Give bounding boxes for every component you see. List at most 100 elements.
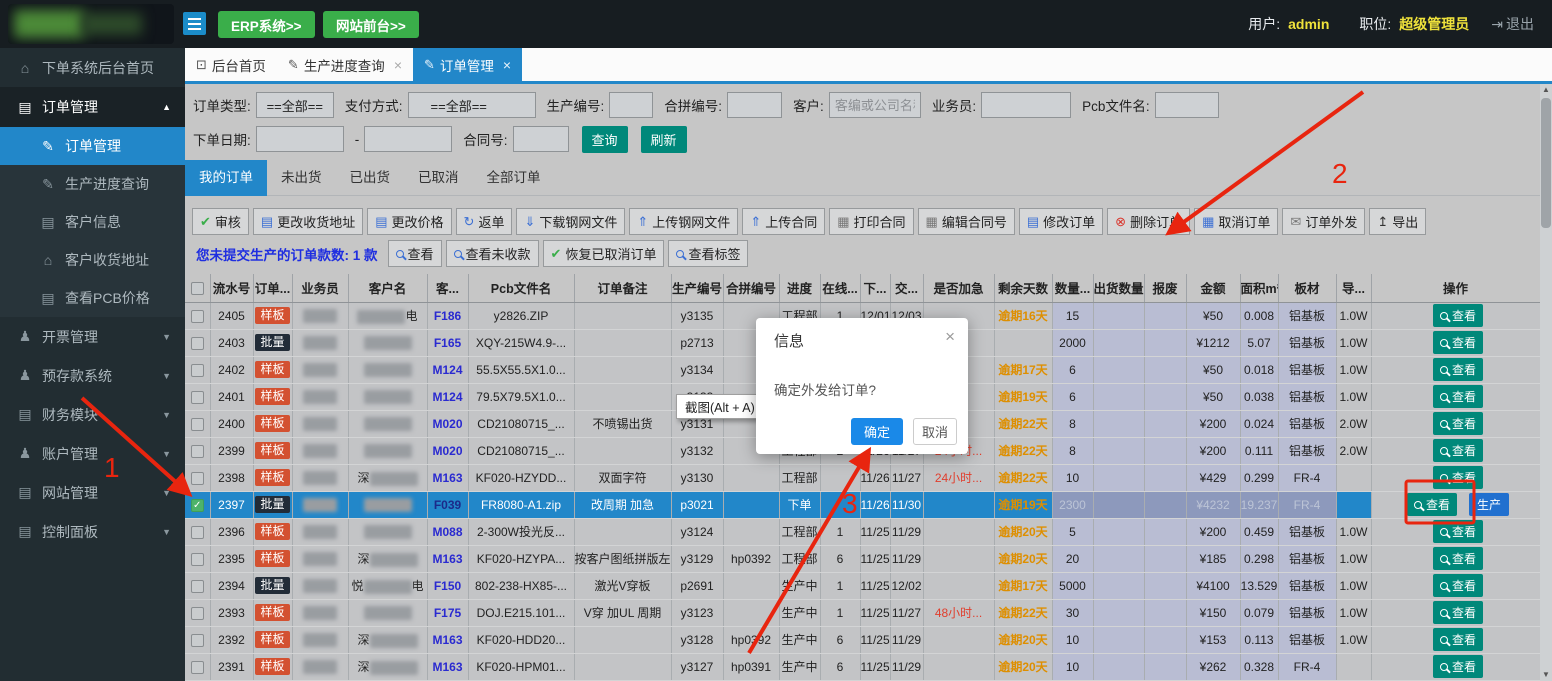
tab-backend-home[interactable]: ⊡后台首页	[185, 48, 277, 81]
view-button[interactable]: 查看	[1433, 439, 1483, 462]
col-header-material[interactable]: 板材	[1278, 274, 1336, 302]
row-checkbox[interactable]: ✓	[191, 499, 204, 512]
order-date-to-input[interactable]	[364, 126, 452, 152]
col-header-code[interactable]: 客...	[427, 274, 468, 302]
row-checkbox[interactable]	[191, 553, 204, 566]
toolbar-button-view-labels[interactable]: 查看标签	[668, 240, 748, 267]
col-header-thermal[interactable]: 导...	[1336, 274, 1371, 302]
col-header-check[interactable]	[185, 274, 210, 302]
row-checkbox[interactable]	[191, 634, 204, 647]
row-checkbox[interactable]	[191, 445, 204, 458]
view-button[interactable]: 查看	[1433, 331, 1483, 354]
col-header-merge[interactable]: 合拼编号	[723, 274, 779, 302]
toolbar-button-delete-order[interactable]: ⊗删除订单	[1107, 208, 1190, 235]
col-header-sn[interactable]: 流水号	[210, 274, 253, 302]
col-header-prod[interactable]: 生产编号	[671, 274, 723, 302]
view-button[interactable]: 查看	[1433, 304, 1483, 327]
table-row[interactable]: 2393样板F175DOJ.E215.101...V穿 加UL 周期y3123生…	[185, 599, 1540, 626]
toolbar-button-cancel-order[interactable]: ▦取消订单	[1194, 208, 1278, 235]
view-button[interactable]: 查看	[1433, 628, 1483, 651]
sidebar-item-order-management[interactable]: ▤订单管理▲	[0, 87, 185, 127]
sidebar-item-prepaid-system[interactable]: ♟预存款系统▼	[0, 356, 185, 395]
customer-input[interactable]	[829, 92, 921, 118]
view-button[interactable]: 查看	[1433, 466, 1483, 489]
view-button[interactable]: 查看	[1433, 520, 1483, 543]
view-button[interactable]: 查看	[1433, 547, 1483, 570]
row-checkbox[interactable]	[191, 391, 204, 404]
toolbar-button-print-contract[interactable]: ▦打印合同	[829, 208, 913, 235]
row-checkbox[interactable]	[191, 472, 204, 485]
row-checkbox[interactable]	[191, 418, 204, 431]
toolbar-button-edit-contract-no[interactable]: ▦编辑合同号	[918, 208, 1015, 235]
dialog-cancel-button[interactable]: 取消	[913, 418, 957, 445]
contract-no-input[interactable]	[513, 126, 569, 152]
toolbar-button-modify-order[interactable]: ▤修改订单	[1019, 208, 1103, 235]
toolbar-button-audit[interactable]: ✔审核	[192, 208, 249, 235]
logout-button[interactable]: ⇥ 退出	[1491, 14, 1534, 34]
order-tab-my-orders[interactable]: 我的订单	[185, 160, 267, 196]
order-tab-cancelled[interactable]: 已取消	[404, 160, 473, 196]
order-tab-all-orders[interactable]: 全部订单	[473, 160, 555, 196]
table-row[interactable]: 2398样板深M163KF020-HZYDD...双面字符y3130工程部11/…	[185, 464, 1540, 491]
col-header-amount[interactable]: 金额	[1186, 274, 1240, 302]
sidebar-item-order-management-sub[interactable]: ✎订单管理	[0, 127, 185, 165]
col-header-pcb[interactable]: Pcb文件名	[468, 274, 574, 302]
row-checkbox[interactable]	[191, 661, 204, 674]
sidebar-item-customer-info[interactable]: ▤客户信息	[0, 203, 185, 241]
sidebar-item-pcb-price[interactable]: ▤查看PCB价格	[0, 279, 185, 317]
col-header-online[interactable]: 在线...	[820, 274, 860, 302]
vertical-scrollbar[interactable]: ▲ ▼	[1540, 84, 1552, 681]
view-button[interactable]: 查看	[1433, 655, 1483, 678]
order-date-from-input[interactable]	[256, 126, 344, 152]
dialog-close-icon[interactable]: ×	[945, 327, 955, 347]
dialog-confirm-button[interactable]: 确定	[851, 418, 903, 445]
order-tab-shipped[interactable]: 已出货	[336, 160, 405, 196]
sidebar-item-customer-address[interactable]: ⌂客户收货地址	[0, 241, 185, 279]
production-no-input[interactable]	[609, 92, 653, 118]
scrollbar-thumb[interactable]	[1541, 98, 1551, 228]
table-row[interactable]: 2394批量悦电F150802-238-HX85-...激光V穿板p2691生产…	[185, 572, 1540, 599]
view-button[interactable]: 查看	[1433, 358, 1483, 381]
table-row[interactable]: 2391样板深M163KF020-HPM01...y3127hp0391生产中6…	[185, 653, 1540, 680]
view-button[interactable]: 查看	[1433, 574, 1483, 597]
col-header-sales[interactable]: 业务员	[292, 274, 348, 302]
row-checkbox[interactable]	[191, 526, 204, 539]
toolbar-button-view[interactable]: 查看	[388, 240, 442, 267]
view-button[interactable]: 查看	[1433, 601, 1483, 624]
toolbar-button-reorder[interactable]: ↻返单	[456, 208, 513, 235]
sidebar-item-finance-module[interactable]: ▤财务模块▼	[0, 395, 185, 434]
close-icon[interactable]: ×	[394, 57, 402, 73]
col-header-op[interactable]: 操作	[1371, 274, 1540, 302]
table-row[interactable]: 2396样板M0882-300W投光反...y3124工程部111/2511/2…	[185, 518, 1540, 545]
tab-order-management[interactable]: ✎订单管理×	[413, 48, 522, 81]
sidebar-toggle-button[interactable]	[183, 12, 206, 35]
erp-system-button[interactable]: ERP系统>>	[218, 11, 315, 38]
col-header-scrap[interactable]: 报废	[1144, 274, 1186, 302]
refresh-button[interactable]: 刷新	[641, 126, 687, 153]
toolbar-button-change-price[interactable]: ▤更改价格	[367, 208, 451, 235]
salesperson-input[interactable]	[981, 92, 1071, 118]
search-button[interactable]: 查询	[582, 126, 628, 153]
col-header-ship[interactable]: 出货数量	[1093, 274, 1144, 302]
close-icon[interactable]: ×	[503, 57, 511, 73]
pay-method-select[interactable]: ==全部==	[408, 92, 536, 118]
row-checkbox[interactable]	[191, 607, 204, 620]
col-header-overdue[interactable]: 剩余天数	[994, 274, 1052, 302]
row-checkbox[interactable]	[191, 580, 204, 593]
col-header-remark[interactable]: 订单备注	[574, 274, 671, 302]
view-button[interactable]: 查看	[1407, 493, 1457, 516]
col-header-qty[interactable]: 数量...	[1052, 274, 1093, 302]
row-checkbox[interactable]	[191, 310, 204, 323]
col-header-type[interactable]: 订单...	[253, 274, 292, 302]
row-checkbox[interactable]	[191, 364, 204, 377]
col-header-area[interactable]: 面积m²	[1240, 274, 1278, 302]
toolbar-button-export[interactable]: ↥导出	[1369, 208, 1426, 235]
col-header-odate[interactable]: 下...	[860, 274, 890, 302]
order-type-select[interactable]: ==全部==	[256, 92, 334, 118]
view-button[interactable]: 查看	[1433, 385, 1483, 408]
scroll-up-icon[interactable]: ▲	[1540, 84, 1552, 96]
col-header-stage[interactable]: 进度	[779, 274, 820, 302]
header-checkbox[interactable]	[191, 282, 204, 295]
col-header-customer[interactable]: 客户名	[348, 274, 427, 302]
website-front-button[interactable]: 网站前台>>	[323, 11, 419, 38]
